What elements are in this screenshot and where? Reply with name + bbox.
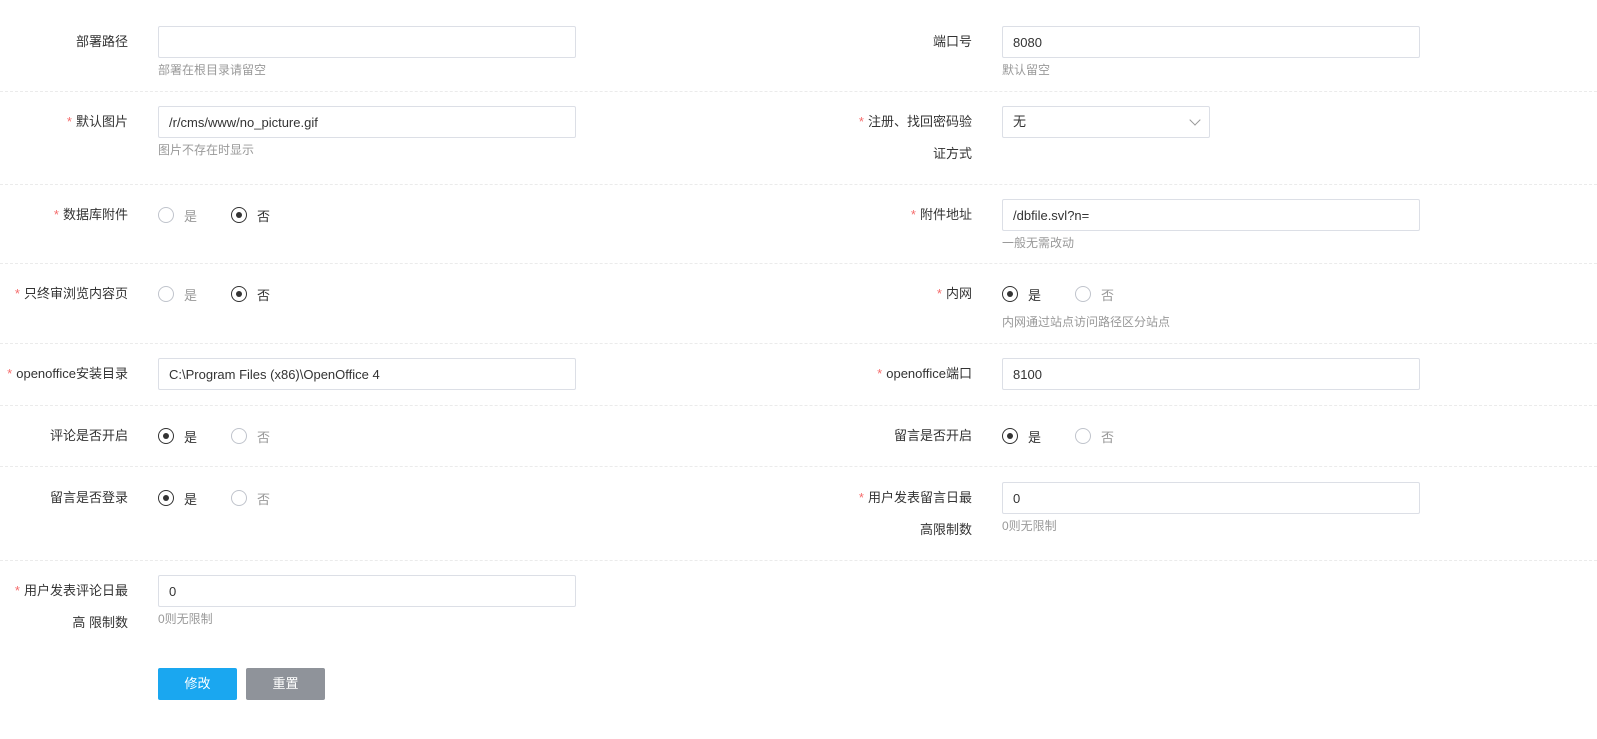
- comment-enabled-no-radio[interactable]: 否: [231, 427, 304, 446]
- message-daily-limit-hint: 0则无限制: [1002, 519, 1057, 533]
- radio-icon: [231, 428, 247, 444]
- db-attachment-radio-group: 是 否: [158, 199, 304, 231]
- comment-daily-limit-hint: 0则无限制: [158, 612, 213, 626]
- radio-icon: [231, 490, 247, 506]
- openoffice-port-label: * openoffice端口: [877, 366, 972, 381]
- radio-checked-icon: [1002, 286, 1018, 302]
- db-attachment-yes-radio[interactable]: 是: [158, 206, 231, 225]
- comment-enabled-label: 评论是否开启: [49, 428, 128, 443]
- default-image-hint: 图片不存在时显示: [158, 143, 255, 157]
- message-enabled-no-radio[interactable]: 否: [1075, 427, 1148, 446]
- final-review-field: 是 否: [158, 278, 304, 310]
- message-daily-limit-label: * 用户发表留言日最 高限制数: [858, 490, 972, 537]
- deploy-path-hint: 部署在根目录请留空: [158, 63, 267, 77]
- comment-daily-limit-field: 0则无限制: [158, 575, 576, 627]
- db-attachment-label: * 数据库附件: [53, 207, 128, 222]
- submit-button[interactable]: 修改: [158, 668, 237, 700]
- default-image-input[interactable]: [158, 106, 576, 138]
- port-hint: 默认留空: [1002, 63, 1051, 77]
- intranet-yes-radio[interactable]: 是: [1002, 285, 1075, 304]
- message-login-radio-group: 是 否: [158, 482, 304, 514]
- message-enabled-label: 留言是否开启: [893, 428, 972, 443]
- message-login-no-radio[interactable]: 否: [231, 489, 304, 508]
- final-review-yes-radio[interactable]: 是: [158, 285, 231, 304]
- attachment-url-field: 一般无需改动: [1002, 199, 1420, 251]
- openoffice-port-field: [1002, 358, 1420, 390]
- row-message-login-limit: 留言是否登录 是 否 *用户发表留言日最 高限制数 0则无限制: [0, 467, 1597, 561]
- intranet-no-radio[interactable]: 否: [1075, 285, 1148, 304]
- attachment-url-input[interactable]: [1002, 199, 1420, 231]
- chevron-down-icon: [1189, 114, 1201, 126]
- row-db-attachment: *数据库附件 是 否 *附件地址 一般无需改动: [0, 185, 1597, 264]
- row-comment-message: 评论是否开启 是 否 留言是否开启 是 否: [0, 406, 1597, 467]
- radio-icon: [158, 207, 174, 223]
- radio-icon: [1075, 286, 1091, 302]
- intranet-hint: 内网通过站点访问路径区分站点: [1002, 315, 1171, 329]
- deploy-path-input[interactable]: [158, 26, 576, 58]
- intranet-label: * 内网: [936, 286, 972, 301]
- db-attachment-no-radio[interactable]: 否: [231, 206, 304, 225]
- final-review-label: * 只终审浏览内容页: [14, 286, 128, 301]
- comment-enabled-field: 是 否: [158, 420, 304, 452]
- deploy-path-label: 部署路径: [75, 34, 128, 49]
- openoffice-dir-label: * openoffice安装目录: [7, 366, 128, 381]
- row-openoffice: *openoffice安装目录 *openoffice端口: [0, 344, 1597, 406]
- radio-checked-icon: [158, 428, 174, 444]
- db-attachment-field: 是 否: [158, 199, 304, 231]
- message-daily-limit-input[interactable]: [1002, 482, 1420, 514]
- row-deploy-port: 部署路径 部署在根目录请留空 端口号 默认留空: [0, 0, 1597, 92]
- row-comment-limit: *用户发表评论日最 高 限制数 0则无限制: [0, 561, 1597, 651]
- final-review-radio-group: 是 否: [158, 278, 304, 310]
- verify-mode-value: 无: [1013, 114, 1027, 129]
- comment-enabled-radio-group: 是 否: [158, 420, 304, 452]
- radio-checked-icon: [231, 207, 247, 223]
- radio-icon: [158, 286, 174, 302]
- port-label: 端口号: [932, 34, 972, 49]
- radio-checked-icon: [231, 286, 247, 302]
- port-input[interactable]: [1002, 26, 1420, 58]
- attachment-url-hint: 一般无需改动: [1002, 236, 1075, 250]
- default-image-label: * 默认图片: [66, 114, 128, 129]
- message-enabled-field: 是 否: [1002, 420, 1148, 452]
- openoffice-dir-field: [158, 358, 576, 390]
- reset-button[interactable]: 重置: [246, 668, 325, 700]
- default-image-field: 图片不存在时显示: [158, 106, 576, 158]
- row-review-intranet: * 只终审浏览内容页 是 否 * 内网 是 否 内网通过站点访问路径区分站点: [0, 264, 1597, 344]
- attachment-url-label: * 附件地址: [910, 207, 972, 222]
- comment-daily-limit-input[interactable]: [158, 575, 576, 607]
- row-image-verify: *默认图片 图片不存在时显示 *注册、找回密码验 证方式 无: [0, 92, 1597, 185]
- deploy-path-field: 部署在根目录请留空: [158, 26, 576, 78]
- verify-mode-field: 无: [1002, 106, 1210, 138]
- message-login-label: 留言是否登录: [49, 490, 128, 505]
- message-enabled-yes-radio[interactable]: 是: [1002, 427, 1075, 446]
- openoffice-dir-input[interactable]: [158, 358, 576, 390]
- message-login-yes-radio[interactable]: 是: [158, 489, 231, 508]
- verify-mode-select[interactable]: 无: [1002, 106, 1210, 138]
- message-daily-limit-field: 0则无限制: [1002, 482, 1420, 534]
- intranet-field: 是 否 内网通过站点访问路径区分站点: [1002, 278, 1170, 330]
- radio-checked-icon: [1002, 428, 1018, 444]
- intranet-radio-group: 是 否: [1002, 278, 1170, 310]
- comment-daily-limit-label: * 用户发表评论日最 高 限制数: [14, 583, 128, 630]
- radio-icon: [1075, 428, 1091, 444]
- verify-mode-label: * 注册、找回密码验 证方式: [858, 114, 972, 161]
- final-review-no-radio[interactable]: 否: [231, 285, 304, 304]
- message-enabled-radio-group: 是 否: [1002, 420, 1148, 452]
- radio-checked-icon: [158, 490, 174, 506]
- comment-enabled-yes-radio[interactable]: 是: [158, 427, 231, 446]
- port-field: 默认留空: [1002, 26, 1420, 78]
- openoffice-port-input[interactable]: [1002, 358, 1420, 390]
- message-login-field: 是 否: [158, 482, 304, 514]
